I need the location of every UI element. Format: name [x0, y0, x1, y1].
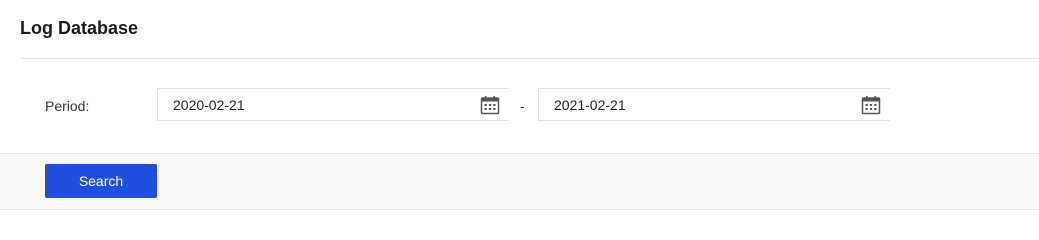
- action-bar: Search: [0, 153, 1039, 210]
- end-date-field[interactable]: 2021-02-21: [538, 88, 890, 121]
- page-title: Log Database: [20, 18, 139, 38]
- start-date-field[interactable]: 2020-02-21: [157, 88, 509, 121]
- title-divider: [20, 58, 1039, 59]
- period-label: Period:: [45, 98, 90, 114]
- end-date-value[interactable]: 2021-02-21: [554, 97, 626, 114]
- start-date-value[interactable]: 2020-02-21: [173, 97, 245, 114]
- calendar-icon[interactable]: [480, 95, 500, 115]
- log-database-panel: Log Database Period: 2020-02-21 - 2021-0…: [0, 0, 1039, 215]
- calendar-icon[interactable]: [861, 95, 881, 115]
- search-button[interactable]: Search: [45, 164, 157, 198]
- date-range-separator: -: [520, 98, 525, 114]
